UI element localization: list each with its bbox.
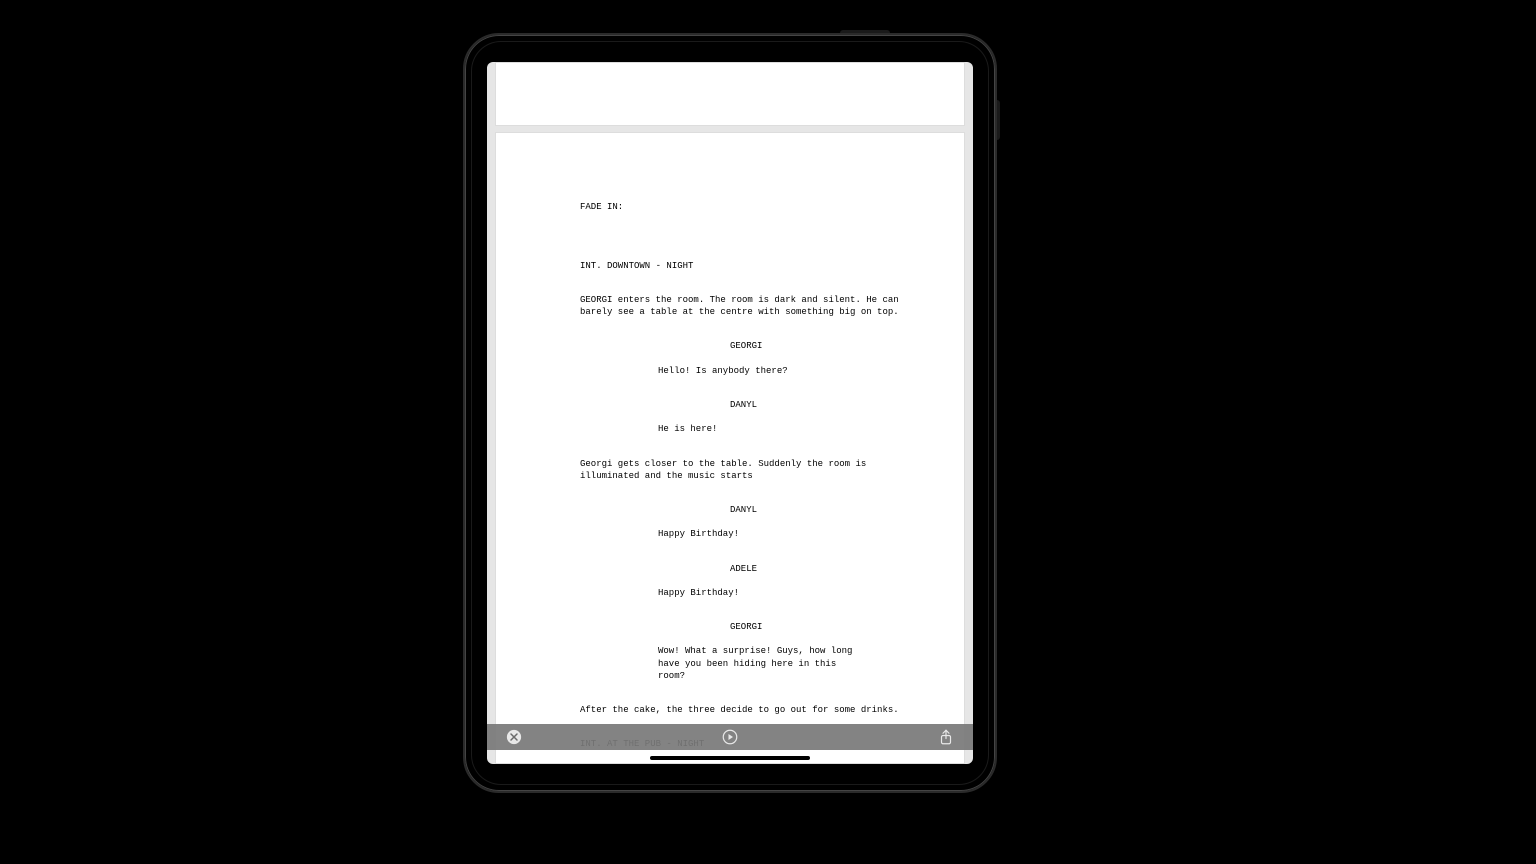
play-button[interactable]	[721, 728, 739, 746]
previous-page-fragment	[495, 62, 965, 126]
script-body: FADE IN: INT. DOWNTOWN - NIGHT GEORGI en…	[580, 189, 904, 764]
dialogue-1: Hello! Is anybody there?	[658, 365, 858, 377]
stage: FADE IN: INT. DOWNTOWN - NIGHT GEORGI en…	[0, 0, 1536, 864]
preview-toolbar	[487, 724, 973, 750]
action-1: GEORGI enters the room. The room is dark…	[580, 294, 904, 318]
dialogue-4: Happy Birthday!	[658, 587, 858, 599]
character-danyl-2: DANYL	[730, 504, 904, 516]
camera-notch	[840, 30, 890, 33]
dialogue-3: Happy Birthday!	[658, 528, 858, 540]
character-georgi-1: GEORGI	[730, 340, 904, 352]
character-georgi-2: GEORGI	[730, 621, 904, 633]
character-danyl-1: DANYL	[730, 399, 904, 411]
screen: FADE IN: INT. DOWNTOWN - NIGHT GEORGI en…	[487, 62, 973, 764]
close-icon	[505, 728, 523, 746]
share-icon	[937, 728, 955, 746]
close-button[interactable]	[505, 728, 523, 746]
action-2: Georgi gets closer to the table. Suddenl…	[580, 458, 904, 482]
scene-heading-1: INT. DOWNTOWN - NIGHT	[580, 260, 904, 272]
dialogue-2: He is here!	[658, 423, 858, 435]
script-page: FADE IN: INT. DOWNTOWN - NIGHT GEORGI en…	[495, 132, 965, 764]
action-3: After the cake, the three decide to go o…	[580, 704, 904, 716]
home-indicator[interactable]	[650, 756, 810, 760]
play-icon	[721, 728, 739, 746]
character-adele: ADELE	[730, 563, 904, 575]
transition-fade-in: FADE IN:	[580, 201, 904, 213]
share-button[interactable]	[937, 728, 955, 746]
spacer	[580, 225, 904, 237]
hardware-button	[997, 100, 1000, 140]
dialogue-5: Wow! What a surprise! Guys, how long hav…	[658, 645, 858, 681]
tablet-frame: FADE IN: INT. DOWNTOWN - NIGHT GEORGI en…	[463, 33, 997, 793]
